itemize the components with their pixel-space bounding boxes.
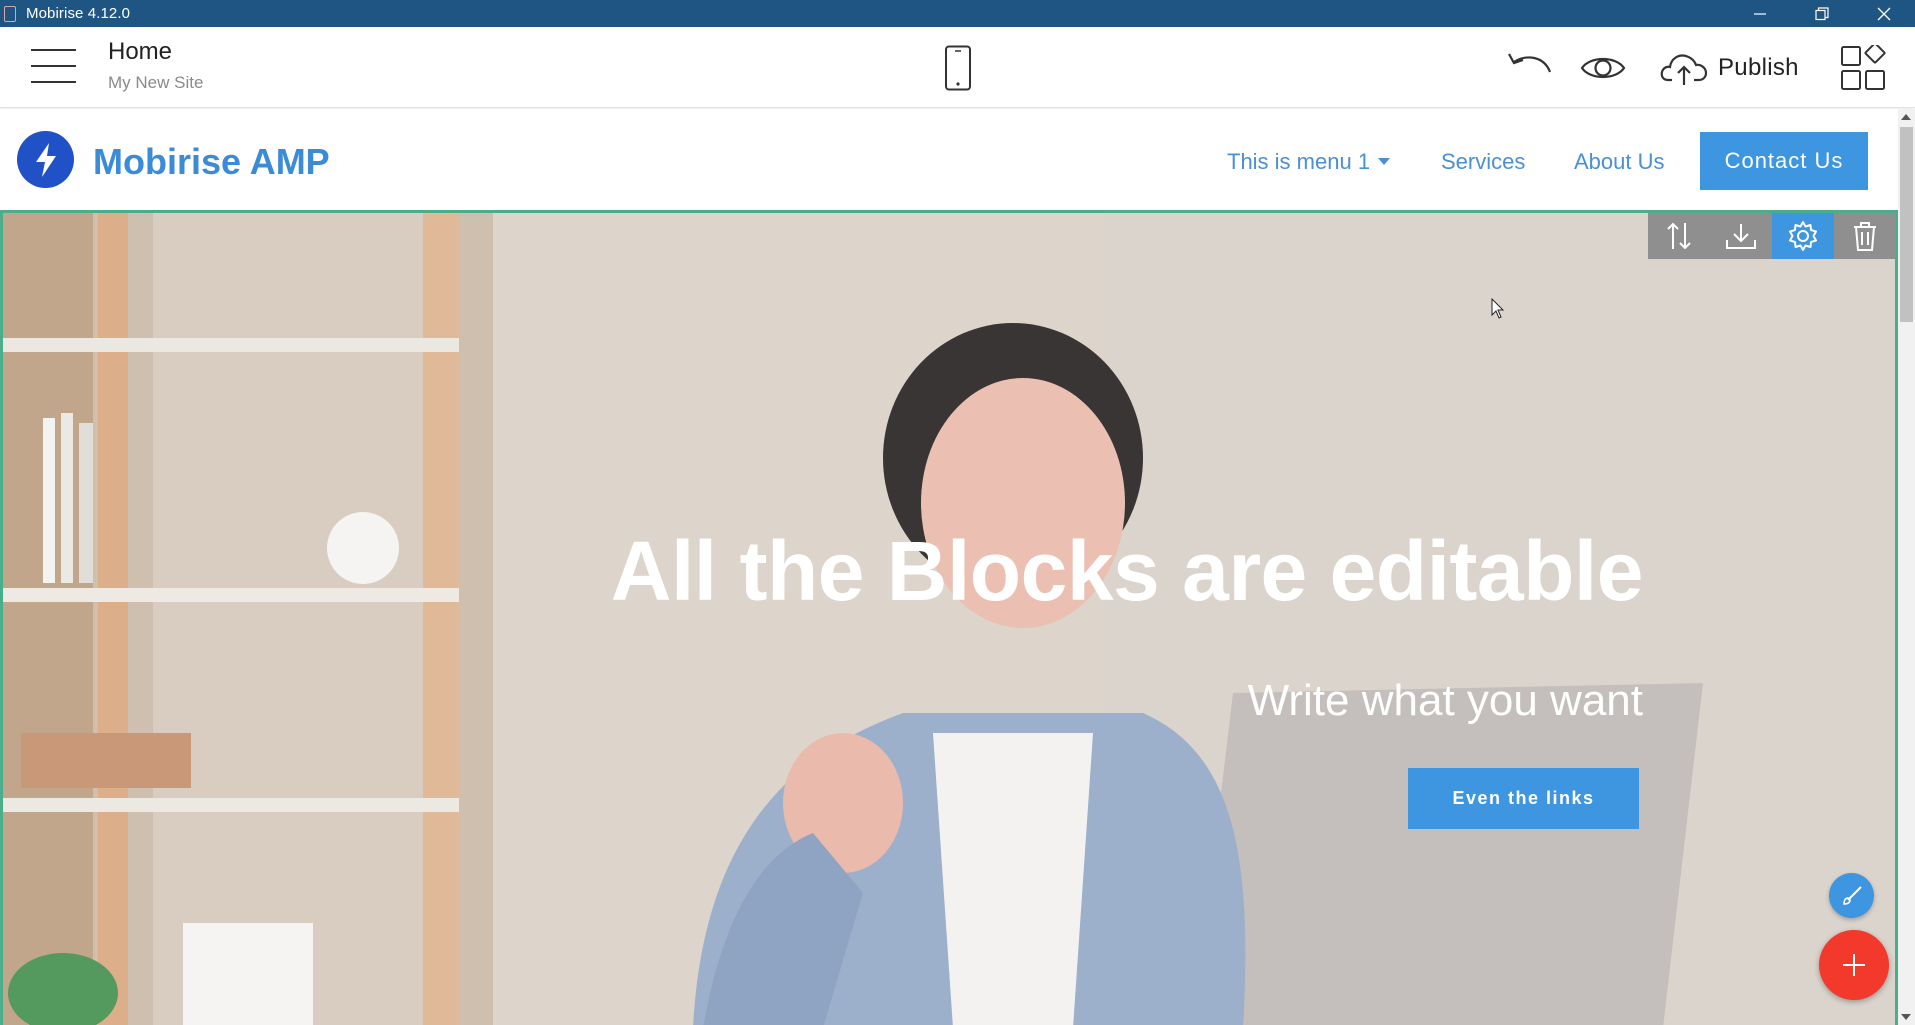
download-icon[interactable] (1710, 213, 1772, 259)
brush-icon (1842, 885, 1862, 905)
move-icon[interactable] (1648, 213, 1710, 259)
scroll-down-icon[interactable] (1901, 1014, 1911, 1020)
block-toolbar (1648, 213, 1896, 259)
hero-subtitle[interactable]: Write what you want (983, 676, 1643, 726)
app-icon (4, 5, 16, 22)
page-title[interactable]: Home (108, 38, 172, 66)
scrollbar-thumb[interactable] (1900, 127, 1913, 322)
plus-icon (1843, 954, 1865, 976)
edit-style-button[interactable] (1829, 873, 1874, 918)
hero-title[interactable]: All the Blocks are editable (583, 523, 1644, 620)
cloud-upload-icon (1660, 54, 1708, 85)
close-icon[interactable] (1853, 0, 1915, 27)
hero-cta-button[interactable]: Even the links (1408, 768, 1639, 829)
lightning-icon (35, 142, 56, 177)
brand-name[interactable]: Mobirise AMP (93, 141, 330, 183)
mobile-preview-icon[interactable] (944, 45, 972, 91)
scroll-up-icon[interactable] (1901, 114, 1911, 120)
publish-button[interactable]: Publish (1660, 45, 1799, 91)
site-canvas: Mobirise AMP This is menu 1 Services Abo… (0, 109, 1898, 1025)
settings-icon[interactable] (1772, 213, 1834, 259)
vertical-scrollbar[interactable] (1898, 109, 1915, 1025)
mouse-cursor-icon (1491, 298, 1505, 319)
publish-label: Publish (1718, 54, 1799, 81)
nav-services[interactable]: Services (1441, 149, 1525, 175)
window-titlebar: Mobirise 4.12.0 (0, 0, 1915, 27)
site-name: My New Site (108, 73, 204, 92)
nav-menu-1[interactable]: This is menu 1 (1227, 149, 1391, 175)
menu-icon[interactable] (31, 49, 76, 85)
contact-us-button[interactable]: Contact Us (1700, 132, 1868, 190)
preview-eye-icon[interactable] (1580, 45, 1626, 91)
hero-section[interactable]: All the Blocks are editable Write what y… (0, 210, 1898, 1025)
add-block-button[interactable] (1819, 930, 1889, 1000)
editor-toolbar: Home My New Site Publish (0, 27, 1915, 108)
undo-icon[interactable] (1506, 45, 1554, 91)
minimize-icon[interactable] (1729, 0, 1791, 27)
trash-icon[interactable] (1834, 213, 1896, 259)
window-title: Mobirise 4.12.0 (26, 5, 131, 22)
restore-icon[interactable] (1791, 0, 1853, 27)
site-navbar[interactable]: Mobirise AMP This is menu 1 Services Abo… (0, 109, 1898, 210)
nav-about-us[interactable]: About Us (1574, 149, 1665, 175)
blocks-icon[interactable] (1840, 45, 1886, 91)
chevron-down-icon (1378, 157, 1391, 165)
brand-logo[interactable] (17, 131, 74, 188)
nav-menu-1-label: This is menu 1 (1227, 149, 1371, 174)
